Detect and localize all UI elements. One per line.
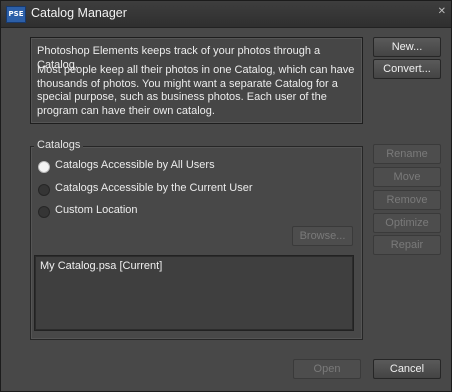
rename-button[interactable]: Rename: [373, 144, 441, 164]
window-title: Catalog Manager: [31, 6, 127, 20]
list-item[interactable]: My Catalog.psa [Current]: [40, 260, 162, 272]
radio-unselected-icon: [38, 184, 50, 196]
info-panel: Photoshop Elements keeps track of your p…: [30, 37, 363, 124]
move-button[interactable]: Move: [373, 167, 441, 187]
catalog-manager-dialog: PSE Catalog Manager ✕ Photoshop Elements…: [0, 0, 452, 392]
catalog-list[interactable]: My Catalog.psa [Current]: [34, 255, 354, 331]
radio-unselected-icon: [38, 206, 50, 218]
optimize-button[interactable]: Optimize: [373, 213, 441, 233]
title-bar[interactable]: PSE Catalog Manager ✕: [1, 1, 451, 28]
info-text-2: Most people keep all their photos in one…: [37, 64, 355, 117]
catalogs-group-label: Catalogs: [34, 139, 84, 151]
cancel-button[interactable]: Cancel: [373, 359, 441, 379]
radio-label: Catalogs Accessible by the Current User: [55, 182, 253, 194]
remove-button[interactable]: Remove: [373, 190, 441, 210]
close-icon[interactable]: ✕: [438, 6, 446, 17]
browse-button[interactable]: Browse...: [292, 226, 353, 246]
radio-label: Custom Location: [55, 204, 138, 216]
repair-button[interactable]: Repair: [373, 235, 441, 255]
photoshop-elements-icon: PSE: [6, 6, 26, 23]
open-button[interactable]: Open: [293, 359, 361, 379]
new-button[interactable]: New...: [373, 37, 441, 57]
radio-label: Catalogs Accessible by All Users: [55, 159, 215, 171]
radio-selected-icon: [38, 161, 50, 173]
convert-button[interactable]: Convert...: [373, 59, 441, 79]
